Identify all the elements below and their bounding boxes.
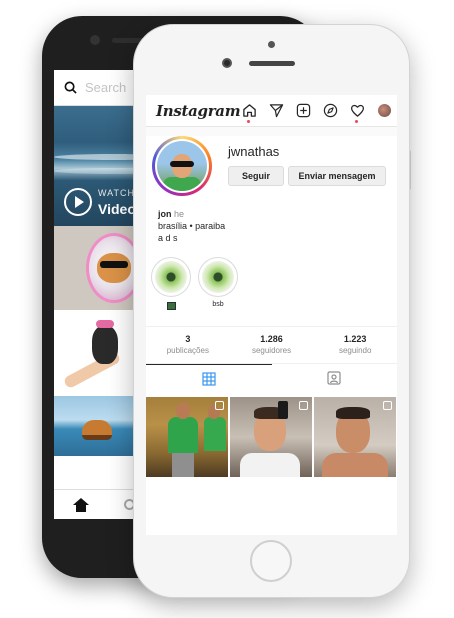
direct-send-icon[interactable] xyxy=(267,102,285,120)
cat-face xyxy=(97,253,131,283)
post-thumbnail[interactable] xyxy=(314,397,396,477)
new-post-icon[interactable] xyxy=(294,102,312,120)
highlight-label: bsb xyxy=(212,301,224,308)
stat-value: 1.223 xyxy=(343,334,367,344)
image-icon xyxy=(166,302,176,310)
stat-label: seguidores xyxy=(251,346,292,355)
profile-section: jwnathas Seguir Enviar mensagem jon he b… xyxy=(146,136,397,535)
play-icon[interactable] xyxy=(64,188,92,216)
sunglasses xyxy=(100,261,128,268)
back-phone-camera xyxy=(90,35,100,45)
story-highlight[interactable] xyxy=(151,257,191,315)
bio-extra: a d s xyxy=(158,233,178,243)
stat-value: 3 xyxy=(185,334,191,344)
avatar xyxy=(377,104,391,117)
top-nav: Instagram xyxy=(146,95,397,127)
carousel-icon xyxy=(299,401,308,410)
stat-value: 1.286 xyxy=(260,334,283,344)
notification-dot xyxy=(355,119,359,123)
watch-label: WATCH xyxy=(98,188,135,198)
stat-label: seguindo xyxy=(338,346,372,355)
stat-label: publicações xyxy=(166,346,209,355)
dog-bow xyxy=(96,320,114,328)
posts-grid xyxy=(146,397,397,477)
phone-home-button[interactable] xyxy=(250,540,292,582)
profile-avatar-story-ring[interactable] xyxy=(152,136,212,196)
front-phone-speaker xyxy=(249,61,295,66)
profile-avatar xyxy=(157,141,207,191)
instagram-profile-screen: Instagram jwnathas Seguir Enviar mensage… xyxy=(146,95,397,535)
dog xyxy=(92,326,118,364)
post-thumbnail[interactable] xyxy=(146,397,228,477)
highlight-cover xyxy=(202,261,234,293)
front-phone: Instagram jwnathas Seguir Enviar mensage… xyxy=(133,24,410,598)
tab-posts-grid[interactable] xyxy=(146,364,272,392)
home-icon[interactable] xyxy=(240,102,258,123)
tagged-icon xyxy=(327,371,341,385)
send-message-button[interactable]: Enviar mensagem xyxy=(288,166,386,186)
front-phone-sensor xyxy=(268,41,275,48)
top-nav-icons xyxy=(240,102,393,123)
notification-dot xyxy=(247,119,251,123)
highlight-cover xyxy=(155,261,187,293)
bio-pronoun: he xyxy=(174,209,185,219)
carousel-icon xyxy=(383,401,392,410)
search-icon xyxy=(64,81,77,94)
follow-button[interactable]: Seguir xyxy=(228,166,284,186)
bio-name: jon xyxy=(158,209,172,219)
carousel-icon xyxy=(215,401,224,410)
stat-followers[interactable]: 1.286 seguidores xyxy=(230,327,314,363)
device-mockup-stage: Search WATCH Video Instagram jwnathas Se… xyxy=(0,0,454,618)
instagram-logo[interactable]: Instagram xyxy=(156,102,241,120)
profile-username: jwnathas xyxy=(228,144,280,159)
grid-icon xyxy=(202,371,216,386)
search-placeholder: Search xyxy=(85,80,127,95)
bio-location: brasília • paraiba xyxy=(158,221,226,231)
front-phone-camera xyxy=(222,58,232,68)
home-icon[interactable] xyxy=(73,497,89,512)
profile-stats: 3 publicações 1.286 seguidores 1.223 seg… xyxy=(146,326,397,364)
story-highlight[interactable]: bsb xyxy=(198,257,238,310)
stat-posts: 3 publicações xyxy=(146,327,230,363)
profile-bio: jon he brasília • paraiba a d s xyxy=(158,208,225,244)
burger xyxy=(82,420,112,440)
tab-tagged[interactable] xyxy=(272,364,398,392)
stat-following[interactable]: 1.223 seguindo xyxy=(313,327,397,363)
activity-heart-icon[interactable] xyxy=(348,102,366,123)
profile-tabs xyxy=(146,364,397,392)
video-label: Video xyxy=(98,201,136,217)
post-thumbnail[interactable] xyxy=(230,397,312,477)
profile-avatar-icon[interactable] xyxy=(375,102,393,120)
explore-compass-icon[interactable] xyxy=(321,102,339,120)
